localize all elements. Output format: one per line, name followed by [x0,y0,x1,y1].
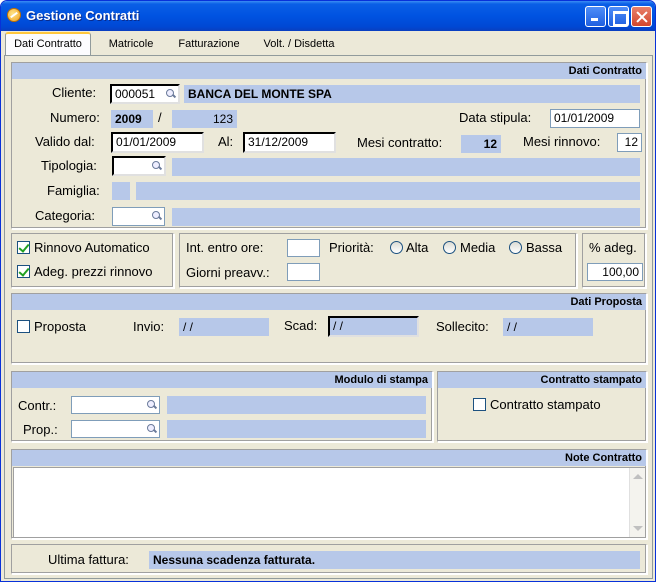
cliente-lookup-icon[interactable] [165,88,176,99]
tipologia-label: Tipologia: [41,158,97,173]
tipologia-code-field[interactable] [112,156,166,176]
tab-dati-contratto[interactable]: Dati Contratto [5,32,91,56]
main-window: Gestione Contratti Dati Contratto Matric… [0,0,656,582]
data-stipula-field[interactable]: 01/01/2009 [550,109,640,128]
famiglia-code-field [112,182,130,200]
prop-lookup-icon[interactable] [146,423,157,434]
giorni-preavv-field[interactable] [287,263,320,281]
categoria-code-field[interactable] [112,207,165,226]
famiglia-description-field [136,182,640,200]
data-stipula-label: Data stipula: [459,110,532,125]
tipologia-description-field [172,158,640,176]
categoria-description-field [172,208,640,226]
sollecito-label: Sollecito: [436,319,489,334]
note-contratto-textarea[interactable] [13,467,646,538]
adeg-prezzi-label: Adeg. prezzi rinnovo [34,264,153,279]
cliente-code-field[interactable]: 000051 [110,84,180,104]
contratto-stampato-header: Contratto stampato [438,372,646,388]
priorita-media-radio[interactable] [443,241,456,254]
contr-label: Contr.: [18,398,57,413]
contratto-stampato-group: Contratto stampato Contratto stampato [437,371,647,442]
intervento-group: Int. entro ore: Priorità: Alta Media Bas… [179,233,577,288]
prop-description-field [167,420,426,438]
app-icon [7,8,21,22]
ultima-fattura-group: Ultima fattura: Nessuna scadenza fattura… [11,544,647,574]
scroll-up-icon[interactable] [633,474,643,479]
scad-label: Scad: [284,318,318,333]
ultima-fattura-label: Ultima fattura: [48,552,129,567]
prop-label: Prop.: [23,422,58,437]
dati-proposta-group: Dati Proposta Proposta Invio: / / Scad: … [11,293,647,364]
numero-separator: / [158,110,162,125]
tab-panel: Dati Contratto Cliente: 000051 BANCA DEL… [4,55,653,579]
int-entro-ore-label: Int. entro ore: [186,240,264,255]
valido-dal-field[interactable]: 01/01/2009 [111,132,204,153]
dati-contratto-group: Dati Contratto Cliente: 000051 BANCA DEL… [11,62,647,229]
numero-label: Numero: [50,110,100,125]
adeg-label: % adeg. [589,240,637,255]
modulo-stampa-header: Modulo di stampa [12,372,432,388]
contratto-stampato-label: Contratto stampato [490,397,601,412]
proposta-label: Proposta [34,319,87,334]
mesi-rinnovo-label: Mesi rinnovo: [523,134,601,149]
ultima-fattura-field: Nessuna scadenza fatturata. [149,551,640,569]
contr-lookup-icon[interactable] [146,399,157,410]
priorita-label: Priorità: [329,240,374,255]
int-entro-ore-field[interactable] [287,239,320,257]
valido-dal-label: Valido dal: [35,134,95,149]
mesi-contratto-label: Mesi contratto: [357,135,443,150]
dati-contratto-header: Dati Contratto [12,63,646,79]
modulo-stampa-group: Modulo di stampa Contr.: Prop.: [11,371,433,442]
note-contratto-header: Note Contratto [12,450,646,466]
prop-code-field[interactable] [71,420,160,438]
cliente-label: Cliente: [52,85,97,100]
rinnovo-automatico-checkbox[interactable] [17,241,30,254]
al-label: Al: [218,134,234,149]
numero-value-field: 123 [172,110,237,128]
tab-matricole[interactable]: Matricole [97,34,165,55]
sollecito-field: / / [503,318,593,336]
numero-year-field: 2009 [111,110,153,128]
priorita-bassa-radio[interactable] [509,241,522,254]
contratto-stampato-checkbox[interactable] [473,398,486,411]
close-button[interactable] [631,6,652,27]
mesi-rinnovo-field[interactable]: 12 [617,133,642,152]
rinnovo-group: Rinnovo Automatico Adeg. prezzi rinnovo [11,233,174,288]
scad-field[interactable]: / / [328,316,419,337]
dati-proposta-header: Dati Proposta [12,294,646,310]
tab-volt-disdetta[interactable]: Volt. / Disdetta [253,34,345,55]
adeg-group: % adeg. 100,00 [582,233,646,288]
invio-field: / / [179,318,269,336]
mesi-contratto-field: 12 [461,135,501,153]
al-field[interactable]: 31/12/2009 [243,132,336,153]
contr-description-field [167,396,426,414]
tab-fatturazione[interactable]: Fatturazione [171,34,247,55]
cliente-name-field: BANCA DEL MONTE SPA [184,85,640,103]
priorita-bassa-label: Bassa [526,240,563,255]
scroll-down-icon[interactable] [633,526,643,531]
adeg-field[interactable]: 100,00 [587,263,643,281]
note-scrollbar[interactable] [629,468,645,537]
adeg-prezzi-checkbox[interactable] [17,265,30,278]
minimize-button[interactable] [585,6,606,27]
priorita-alta-label: Alta [406,240,429,255]
giorni-preavv-label: Giorni preavv.: [186,265,270,280]
rinnovo-automatico-label: Rinnovo Automatico [34,240,150,255]
famiglia-label: Famiglia: [47,183,100,198]
invio-label: Invio: [133,319,165,334]
note-contratto-group: Note Contratto [11,449,647,539]
contr-code-field[interactable] [71,396,160,414]
categoria-label: Categoria: [35,208,95,223]
proposta-checkbox[interactable] [17,320,30,333]
window-title: Gestione Contratti [26,8,140,23]
priorita-alta-radio[interactable] [390,241,403,254]
maximize-button[interactable] [608,6,629,27]
tipologia-lookup-icon[interactable] [151,160,162,171]
cliente-code-value: 000051 [115,87,156,101]
categoria-lookup-icon[interactable] [151,210,162,221]
priorita-media-label: Media [460,240,496,255]
title-bar[interactable]: Gestione Contratti [1,1,655,31]
